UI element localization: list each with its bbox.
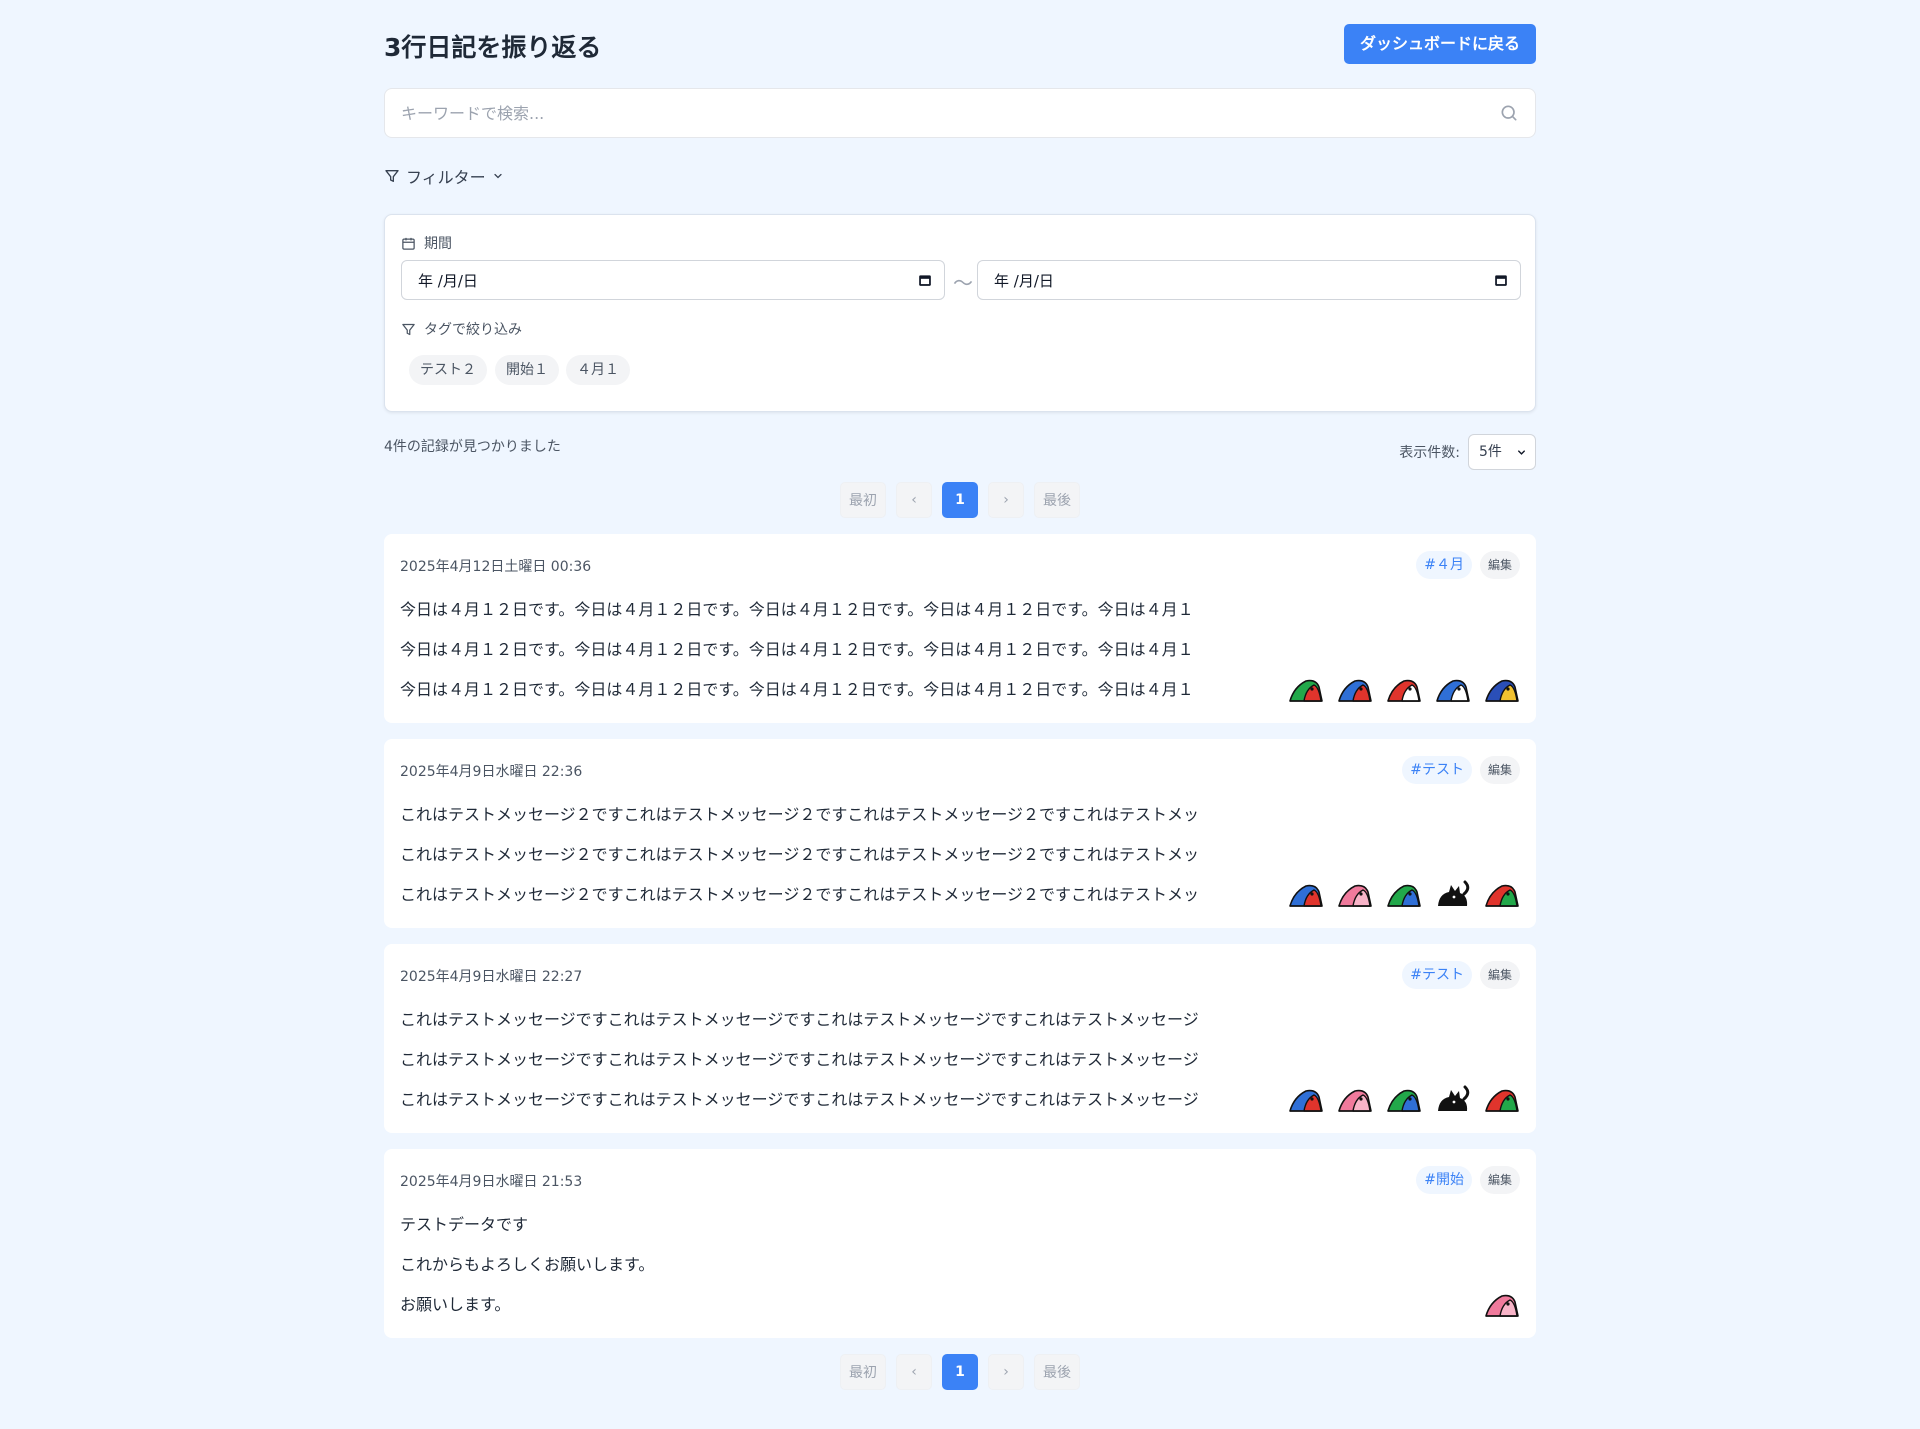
diary-entry: 2025年4月9日水曜日 21:53 #開始 編集 テストデータです これからも… (384, 1149, 1536, 1338)
entry-date: 2025年4月9日水曜日 21:53 (400, 1174, 583, 1190)
entry-tag[interactable]: #４月 (1416, 551, 1472, 579)
filter-toggle[interactable]: フィルター (384, 164, 1536, 188)
first-page-button[interactable]: 最初 (840, 1354, 886, 1390)
calendar-icon (402, 237, 415, 250)
bird-stamp-icon (1288, 675, 1324, 707)
back-to-dashboard-button[interactable]: ダッシュボードに戻る (1343, 24, 1536, 64)
filter-toggle-label: フィルター (406, 168, 486, 187)
results-count: 4件の記録が見つかりました (384, 439, 561, 455)
entry-tag[interactable]: #開始 (1416, 1166, 1472, 1194)
perpage-value: 5件 (1479, 444, 1502, 460)
entry-list: 2025年4月12日土曜日 00:36 #４月 編集 今日は４月１２日です。今日… (384, 534, 1536, 1338)
entry-line: 今日は４月１２日です。今日は４月１２日です。今日は４月１２日です。今日は４月１２… (400, 600, 1194, 619)
entry-tags: #４月 編集 (1416, 551, 1520, 579)
filter-icon (385, 170, 399, 182)
bird-stamp-icon (1288, 1085, 1324, 1117)
entry-line: これはテストメッセージ２ですこれはテストメッセージ２ですこれはテストメッセージ２… (400, 885, 1200, 904)
entry-tag[interactable]: #テスト (1402, 756, 1472, 784)
tag-filter-chip[interactable]: テスト２ (409, 355, 487, 385)
entry-line: これはテストメッセージですこれはテストメッセージですこれはテストメッセージですこ… (400, 1090, 1199, 1109)
entry-line: テストデータです (400, 1215, 529, 1234)
bird-stamp-icon (1386, 675, 1422, 707)
entry-date: 2025年4月12日土曜日 00:36 (400, 559, 592, 575)
bird-stamp-icon (1484, 675, 1520, 707)
tag-filter-label-text: タグで絞り込み (424, 322, 522, 338)
entry-line: これはテストメッセージですこれはテストメッセージですこれはテストメッセージですこ… (400, 1010, 1199, 1029)
last-page-button[interactable]: 最後 (1034, 1354, 1080, 1390)
stamp-row (1288, 1085, 1520, 1117)
bird-stamp-icon (1337, 675, 1373, 707)
bird-stamp-icon (1435, 675, 1471, 707)
edit-button[interactable]: 編集 (1479, 756, 1520, 784)
date-from-value: 年 /月/日 (418, 271, 478, 290)
diary-entry: 2025年4月9日水曜日 22:27 #テスト 編集 これはテストメッセージです… (384, 944, 1536, 1133)
entry-tags: #テスト 編集 (1402, 756, 1520, 784)
next-page-button[interactable]: › (988, 482, 1024, 518)
page-title: 3行日記を振り返る (384, 33, 602, 62)
entry-line: これはテストメッセージですこれはテストメッセージですこれはテストメッセージですこ… (400, 1050, 1199, 1069)
date-from-input[interactable]: 年 /月/日 (401, 260, 945, 300)
period-label-text: 期間 (424, 236, 452, 252)
current-page-button[interactable]: 1 (942, 482, 978, 518)
main-container: 3行日記を振り返る ダッシュボードに戻る フィルター 期間 年 /月/日 ～ 年… (384, 0, 1536, 1390)
filter-panel: 期間 年 /月/日 ～ 年 /月/日 タグで絞り込み テスト２ 開始１ ４月１ (384, 214, 1536, 412)
chevron-down-icon (1518, 450, 1525, 455)
bird-stamp-icon (1337, 1085, 1373, 1117)
entry-line: 今日は４月１２日です。今日は４月１２日です。今日は４月１２日です。今日は４月１２… (400, 640, 1194, 659)
stamp-row (1288, 880, 1520, 912)
bird-stamp-icon (1484, 1290, 1520, 1322)
edit-button[interactable]: 編集 (1479, 961, 1520, 989)
prev-page-button[interactable]: ‹ (896, 1354, 932, 1390)
edit-button[interactable]: 編集 (1479, 551, 1520, 579)
entry-tags: #テスト 編集 (1402, 961, 1520, 989)
date-to-value: 年 /月/日 (994, 271, 1054, 290)
bird-stamp-icon (1484, 1085, 1520, 1117)
bird-stamp-icon (1337, 880, 1373, 912)
stamp-row (1484, 1290, 1520, 1322)
date-to-input[interactable]: 年 /月/日 (977, 260, 1521, 300)
chevron-down-icon (494, 173, 502, 179)
cat-stamp-icon (1435, 880, 1471, 912)
search-icon[interactable] (1499, 103, 1519, 123)
entry-line: これはテストメッセージ２ですこれはテストメッセージ２ですこれはテストメッセージ２… (400, 845, 1200, 864)
entry-line: お願いします。 (400, 1295, 511, 1314)
last-page-button[interactable]: 最後 (1034, 482, 1080, 518)
bird-stamp-icon (1484, 880, 1520, 912)
entry-line: これはテストメッセージ２ですこれはテストメッセージ２ですこれはテストメッセージ２… (400, 805, 1200, 824)
perpage-select[interactable]: 5件 (1468, 434, 1536, 470)
calendar-picker-icon[interactable] (1494, 273, 1508, 287)
entry-date: 2025年4月9日水曜日 22:27 (400, 969, 583, 985)
prev-page-button[interactable]: ‹ (896, 482, 932, 518)
first-page-button[interactable]: 最初 (840, 482, 886, 518)
pagination-bottom: 最初 ‹ 1 › 最後 (384, 1354, 1536, 1390)
filter-icon (402, 323, 415, 335)
perpage-label: 表示件数: (1399, 445, 1460, 461)
calendar-picker-icon[interactable] (918, 273, 932, 287)
diary-entry: 2025年4月12日土曜日 00:36 #４月 編集 今日は４月１２日です。今日… (384, 534, 1536, 723)
date-range-separator: ～ (953, 271, 973, 295)
stamp-row (1288, 675, 1520, 707)
edit-button[interactable]: 編集 (1479, 1166, 1520, 1194)
bird-stamp-icon (1386, 880, 1422, 912)
tag-filter-chip[interactable]: ４月１ (566, 355, 630, 385)
cat-stamp-icon (1435, 1085, 1471, 1117)
next-page-button[interactable]: › (988, 1354, 1024, 1390)
entry-tag[interactable]: #テスト (1402, 961, 1472, 989)
entry-date: 2025年4月9日水曜日 22:36 (400, 764, 583, 780)
search-input[interactable] (401, 89, 1481, 137)
tag-filter-label: タグで絞り込み (401, 319, 522, 339)
diary-entry: 2025年4月9日水曜日 22:36 #テスト 編集 これはテストメッセージ２で… (384, 739, 1536, 928)
results-row: 4件の記録が見つかりました 表示件数: 5件 (384, 412, 1536, 482)
tag-filter-chip[interactable]: 開始１ (495, 355, 559, 385)
period-label: 期間 (401, 233, 452, 253)
entry-line: これからもよろしくお願いします。 (400, 1255, 655, 1274)
search-box (384, 88, 1536, 138)
entry-line: 今日は４月１２日です。今日は４月１２日です。今日は４月１２日です。今日は４月１２… (400, 680, 1194, 699)
current-page-button[interactable]: 1 (942, 1354, 978, 1390)
bird-stamp-icon (1386, 1085, 1422, 1117)
pagination-top: 最初 ‹ 1 › 最後 (384, 482, 1536, 518)
bird-stamp-icon (1288, 880, 1324, 912)
entry-tags: #開始 編集 (1416, 1166, 1520, 1194)
page-header: 3行日記を振り返る ダッシュボードに戻る (384, 0, 1536, 88)
